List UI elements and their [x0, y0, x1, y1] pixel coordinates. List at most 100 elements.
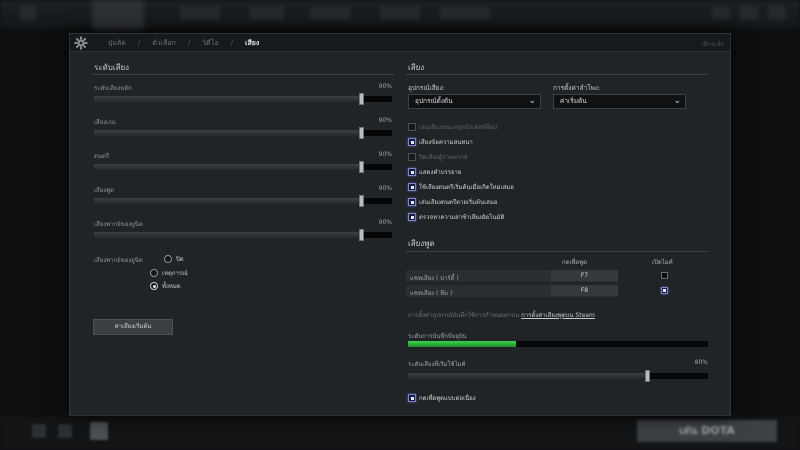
sound-option-checkbox[interactable] — [408, 168, 416, 176]
voice-party-open-mic-checkbox[interactable] — [661, 272, 668, 279]
slider-label-game: เสียงเกม — [94, 119, 116, 126]
settings-modal: ปุ่มลัด / ตัวเลือก / วิดีโอ / เสียง เลิก… — [69, 33, 731, 416]
audio-device-select[interactable]: อุปกรณ์ตั้งต้น ⌄ — [408, 94, 541, 109]
sound-option-row[interactable]: เล่นเสียงขณะอยู่หน้าเดสก์ท็อป — [408, 122, 497, 132]
recording-device-note: การตั้งค่าอุปกรณ์บันทึกใช้การกำหนดค่าบน … — [408, 310, 595, 320]
slider-label-music: ดนตรี — [94, 153, 110, 160]
tab-options[interactable]: ตัวเลือก — [146, 38, 182, 49]
voice-party-key[interactable]: F7 — [551, 270, 618, 281]
sound-section-title: เสียง — [408, 63, 425, 72]
volume-slider-fill — [94, 198, 363, 204]
mic-threshold-value: 80% — [694, 359, 708, 366]
mic-threshold-label: ระดับเสียงที่เริ่มใช้ไมค์ — [408, 361, 466, 368]
slider-value-game: 90% — [378, 117, 392, 124]
voice-team-open-mic-checkbox[interactable] — [661, 287, 668, 294]
mic-threshold-slider[interactable] — [408, 370, 708, 382]
slider-value-master: 90% — [378, 83, 392, 90]
sound-option-label: แสดงคำบรรยาย — [419, 169, 462, 176]
tab-audio[interactable]: เสียง — [239, 38, 265, 49]
slider-value-voice: 90% — [378, 185, 392, 192]
volume-slider-fill — [94, 232, 363, 238]
sound-option-row[interactable]: เสียงข้อความสนทนา — [408, 137, 473, 147]
bg-bottom-icon — [32, 424, 46, 438]
voice-section-title: เสียงพูด — [408, 239, 435, 248]
tab-video[interactable]: วิดีโอ — [196, 38, 224, 49]
bg-logo — [92, 0, 144, 30]
open-mic-header: เปิดไมค์ — [652, 259, 673, 266]
volume-slider-voice[interactable] — [94, 195, 392, 207]
volume-slider-fill — [94, 164, 363, 170]
sound-option-checkbox[interactable] — [408, 123, 416, 131]
sound-option-row[interactable]: ปิดเสียงผู้ร่วมพากย์ — [408, 152, 467, 162]
unit-voice-option-all[interactable]: ทั้งหมด — [150, 281, 181, 291]
volume-slider-music[interactable] — [94, 161, 392, 173]
sound-option-label: ตรวจหาความล่าช้าเสียงอัตโนมัติ — [419, 214, 505, 221]
volume-slider-fill — [94, 130, 363, 136]
steam-voice-settings-link[interactable]: การตั้งค่าเสียงพูดบน Steam — [521, 312, 595, 319]
continuous-ptt-label: กดเพื่อพูดแบบต่อเนื่อง — [419, 395, 476, 402]
volume-slider-handle[interactable] — [359, 229, 365, 241]
reset-volume-button[interactable]: ค่าเสียงเริ่มต้น — [93, 319, 173, 335]
sound-option-checkbox[interactable] — [408, 183, 416, 191]
radio-off[interactable] — [164, 255, 172, 263]
close-settings-link[interactable]: เลิกระงับ — [701, 39, 724, 49]
speaker-config-label: การตั้งค่าลำโพง: — [553, 84, 601, 92]
volume-slider-handle[interactable] — [359, 93, 365, 105]
volume-slider-game[interactable] — [94, 127, 392, 139]
volume-slider-handle[interactable] — [359, 195, 365, 207]
settings-tabs: ปุ่มลัด / ตัวเลือก / วิดีโอ / เสียง — [102, 34, 265, 52]
radio-all-label: ทั้งหมด — [162, 283, 181, 290]
chevron-down-icon: ⌄ — [673, 96, 681, 106]
bg-avatar — [90, 422, 108, 440]
sound-option-row[interactable]: ตรวจหาความล่าช้าเสียงอัตโนมัติ — [408, 212, 504, 222]
radio-events[interactable] — [150, 269, 158, 277]
slider-label-unit-voice: เสียงพากย์ของยูนิต — [94, 221, 143, 228]
slider-label-voice: เสียงพูด — [94, 187, 115, 194]
volume-slider-unit-voice[interactable] — [94, 229, 392, 241]
radio-events-label: เหตุการณ์ — [162, 270, 188, 277]
bg-nav-item — [380, 6, 420, 20]
speaker-config-value: ค่าเริ่มต้น — [560, 97, 587, 105]
unit-voice-option-events[interactable]: เหตุการณ์ — [150, 268, 188, 278]
sound-option-label: ปิดเสียงผู้ร่วมพากย์ — [419, 154, 468, 161]
tab-separator: / — [230, 39, 234, 47]
bg-icon — [768, 6, 786, 20]
section-divider — [406, 251, 708, 252]
sound-option-row[interactable]: แสดงคำบรรยาย — [408, 167, 461, 177]
sound-option-label: เล่นเสียงดนตรีตายเริ่มต้นเสมอ — [419, 199, 498, 206]
bg-nav-item — [250, 6, 284, 20]
continuous-ptt-option[interactable]: กดเพื่อพูดแบบต่อเนื่อง — [408, 393, 476, 403]
sound-option-checkbox[interactable] — [408, 138, 416, 146]
bg-nav-item — [310, 6, 350, 20]
sound-option-row[interactable]: ใช้เสียงดนตรีเริ่มต้นเมื่อเกิดใหม่เสมอ — [408, 182, 514, 192]
bg-icon — [712, 6, 730, 20]
slider-value-unit-voice: 90% — [378, 219, 392, 226]
volume-slider-handle[interactable] — [359, 127, 365, 139]
volume-slider-handle[interactable] — [359, 161, 365, 173]
radio-off-label: ปิด — [176, 256, 184, 263]
audio-device-label: อุปกรณ์เสียง: — [408, 84, 445, 92]
mic-threshold-handle[interactable] — [645, 370, 650, 382]
voice-team-key[interactable]: F8 — [551, 285, 618, 296]
note-text: การตั้งค่าอุปกรณ์บันทึกใช้การกำหนดค่าบน — [408, 312, 520, 319]
levels-section-title: ระดับเสียง — [94, 63, 130, 72]
tab-hotkeys[interactable]: ปุ่มลัด — [102, 38, 132, 49]
sound-option-checkbox[interactable] — [408, 198, 416, 206]
audio-device-value: อุปกรณ์ตั้งต้น — [415, 97, 453, 105]
sound-option-row[interactable]: เล่นเสียงดนตรีตายเริ่มต้นเสมอ — [408, 197, 497, 207]
slider-value-music: 90% — [378, 151, 392, 158]
speaker-config-select[interactable]: ค่าเริ่มต้น ⌄ — [553, 94, 686, 109]
radio-all[interactable] — [150, 282, 158, 290]
sound-option-checkbox[interactable] — [408, 213, 416, 221]
chevron-down-icon: ⌄ — [528, 96, 536, 106]
continuous-ptt-checkbox[interactable] — [408, 394, 416, 402]
volume-slider-master[interactable] — [94, 93, 392, 105]
sound-option-label: ใช้เสียงดนตรีเริ่มต้นเมื่อเกิดใหม่เสมอ — [419, 184, 514, 191]
slider-label-master: ระดับเสียงหลัก — [94, 85, 132, 92]
sound-option-checkbox[interactable] — [408, 153, 416, 161]
gear-icon — [74, 36, 88, 50]
sound-option-label: เล่นเสียงขณะอยู่หน้าเดสก์ท็อป — [419, 124, 498, 131]
unit-voice-option-off[interactable]: ปิด — [164, 254, 184, 264]
bg-nav-item — [440, 6, 490, 20]
record-level-label: ระดับการบันทึกปัจจุบัน — [408, 333, 467, 340]
